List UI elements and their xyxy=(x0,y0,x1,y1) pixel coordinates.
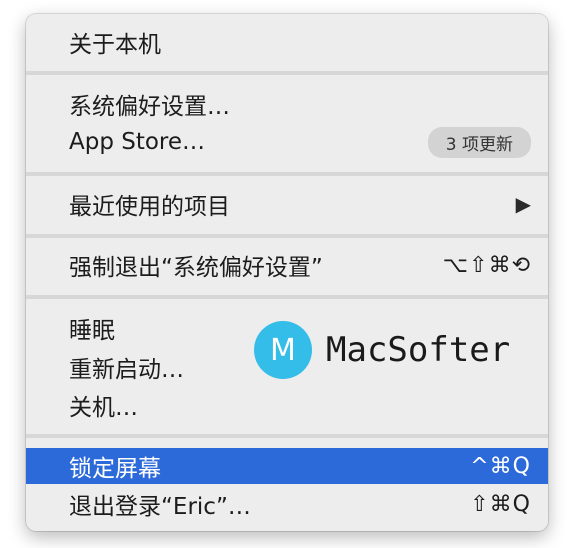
menu-item-label: 最近使用的项目 xyxy=(69,194,230,220)
menu-item-label: 关于本机 xyxy=(69,32,161,58)
menu-item-label: 锁定屏幕 xyxy=(69,456,161,482)
watermark: M MacSofter xyxy=(254,321,510,379)
menu-item-force-quit[interactable]: 强制退出“系统偏好设置” ⌥⇧⌘⟲ xyxy=(26,247,548,283)
menu-item-label: 关机… xyxy=(69,395,138,421)
menu-item-label: App Store… xyxy=(69,129,206,155)
keyboard-shortcut: ⇧⌘Q xyxy=(470,491,531,517)
menu-item-lock-screen[interactable]: 锁定屏幕 ^⌘Q xyxy=(26,448,548,484)
apple-menu: 关于本机 系统偏好设置… App Store… 3 项更新 最近使用的项目 ▶ … xyxy=(26,14,548,531)
updates-badge: 3 项更新 xyxy=(427,126,531,158)
menu-item-system-preferences[interactable]: 系统偏好设置… xyxy=(26,86,548,122)
menu-item-recent-items[interactable]: 最近使用的项目 ▶ xyxy=(26,186,548,222)
menu-separator xyxy=(26,71,548,75)
menu-item-log-out[interactable]: 退出登录“Eric”… ⇧⌘Q xyxy=(26,486,548,522)
watermark-logo-icon: M xyxy=(254,321,312,379)
menu-item-about-this-mac[interactable]: 关于本机 xyxy=(26,24,548,60)
keyboard-shortcut: ^⌘Q xyxy=(470,453,531,479)
menu-item-app-store[interactable]: App Store… 3 项更新 xyxy=(26,124,548,160)
menu-separator xyxy=(26,434,548,438)
menu-item-label: 退出登录“Eric”… xyxy=(69,494,251,520)
menu-item-label: 强制退出“系统偏好设置” xyxy=(69,255,323,281)
menu-item-label: 系统偏好设置… xyxy=(69,94,230,120)
submenu-arrow-icon: ▶ xyxy=(515,192,531,216)
menu-separator xyxy=(26,295,548,299)
menu-separator xyxy=(26,172,548,176)
menu-separator xyxy=(26,234,548,238)
menu-item-shutdown[interactable]: 关机… xyxy=(26,387,548,423)
keyboard-shortcut: ⌥⇧⌘⟲ xyxy=(442,252,531,278)
watermark-text: MacSofter xyxy=(326,330,511,370)
